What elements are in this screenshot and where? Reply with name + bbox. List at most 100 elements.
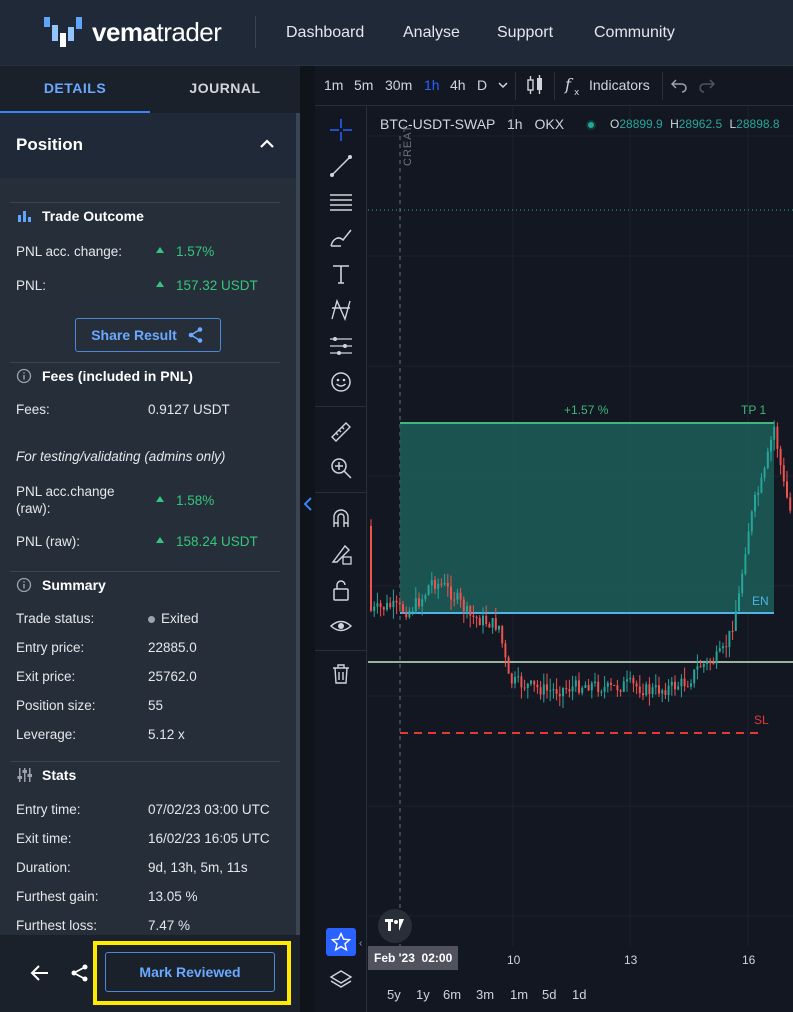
candle-body <box>475 616 478 619</box>
candle-body <box>686 686 689 688</box>
zoom-in-icon[interactable] <box>329 456 353 480</box>
candle-body <box>571 686 574 692</box>
candle-body <box>466 606 468 612</box>
profit-zone <box>400 423 774 613</box>
position-title: Position <box>16 135 84 154</box>
magnet-icon[interactable] <box>329 506 353 530</box>
lock-drawing-icon[interactable] <box>329 542 353 566</box>
layers-icon[interactable] <box>329 968 353 992</box>
function-icon[interactable]: fx <box>564 75 584 97</box>
share-icon[interactable] <box>70 963 90 983</box>
horizontal-lines-icon[interactable] <box>329 190 353 214</box>
chevron-left-icon[interactable] <box>303 496 313 512</box>
eye-icon[interactable] <box>329 614 353 638</box>
tab-details[interactable]: DETAILS <box>0 66 150 113</box>
top-navbar: vematrader Dashboard Analyse Support Com… <box>0 0 793 66</box>
timeframe-30m[interactable]: 30m <box>385 77 412 93</box>
candle-body <box>734 610 737 631</box>
range-5y[interactable]: 5y <box>387 987 401 1002</box>
share-result-button[interactable]: Share Result <box>75 318 221 352</box>
favorites-button[interactable] <box>326 928 356 956</box>
candle-body <box>642 693 644 696</box>
range-1d[interactable]: 1d <box>572 987 586 1002</box>
time-axis[interactable]: Feb '23 02:00 10 13 16 <box>368 946 793 972</box>
toolbar-separator <box>662 72 663 100</box>
crosshair-icon[interactable] <box>329 118 353 142</box>
candle-body <box>786 481 788 498</box>
chart-canvas[interactable] <box>368 106 793 946</box>
candle-body <box>472 615 475 617</box>
pattern-icon[interactable] <box>329 298 353 322</box>
nav-community[interactable]: Community <box>594 24 675 42</box>
nav-analyse[interactable]: Analyse <box>403 24 460 42</box>
unlock-icon[interactable] <box>329 578 353 602</box>
pnl-raw-label: PNL (raw): <box>16 534 81 549</box>
position-header[interactable]: Position <box>0 113 296 178</box>
range-6m[interactable]: 6m <box>443 987 461 1002</box>
nav-dashboard[interactable]: Dashboard <box>286 24 364 42</box>
entry-price-label: Entry price: <box>16 640 85 655</box>
candle-body <box>536 684 539 688</box>
logo-icon <box>44 17 82 47</box>
candle-body <box>603 686 606 692</box>
text-icon[interactable] <box>329 262 353 286</box>
emoji-icon[interactable] <box>329 370 353 394</box>
forecast-icon[interactable] <box>329 334 353 358</box>
furthest-gain-label: Furthest gain: <box>16 889 99 904</box>
highlight-box <box>93 941 291 1005</box>
range-5d[interactable]: 5d <box>542 987 556 1002</box>
timeframe-1m[interactable]: 1m <box>324 77 343 93</box>
back-arrow-icon[interactable] <box>30 964 50 982</box>
panel-collapse-handle[interactable] <box>300 66 315 1012</box>
ruler-icon[interactable] <box>329 420 353 444</box>
candle-body <box>702 663 705 668</box>
candle-body <box>709 660 712 664</box>
timeframe-1h[interactable]: 1h <box>424 77 440 93</box>
trend-line-icon[interactable] <box>329 154 353 178</box>
candle-body <box>619 690 622 692</box>
candle-body <box>389 602 392 608</box>
chevron-up-icon[interactable] <box>258 137 276 151</box>
indicators-button[interactable]: Indicators <box>589 77 650 93</box>
redo-icon[interactable] <box>699 77 715 93</box>
candle-body <box>610 682 612 686</box>
price-chart[interactable]: BTC-USDT-SWAP 1h OKX O28899.9 H28962.5 L… <box>368 106 793 946</box>
candle-body <box>606 682 609 687</box>
chevron-down-icon[interactable] <box>498 81 508 89</box>
svg-text:x: x <box>574 88 580 97</box>
candlestick-icon[interactable] <box>526 74 544 96</box>
tradingview-logo[interactable] <box>378 909 412 943</box>
pnl-acc-value: 1.57% <box>156 244 214 259</box>
candle-body <box>754 494 756 512</box>
candle-body <box>437 583 440 589</box>
brush-icon[interactable] <box>329 226 353 250</box>
trash-icon[interactable] <box>329 662 353 686</box>
candle-body <box>485 615 488 624</box>
candle-body <box>613 685 616 687</box>
brand-logo[interactable]: vematrader <box>44 14 222 50</box>
range-3m[interactable]: 3m <box>476 987 494 1002</box>
candle-body <box>421 599 424 607</box>
undo-icon[interactable] <box>671 77 687 93</box>
candle-body <box>523 687 526 689</box>
tab-journal[interactable]: JOURNAL <box>150 66 300 113</box>
candle-body <box>616 685 619 691</box>
range-1y[interactable]: 1y <box>416 987 430 1002</box>
toolbar-separator <box>315 492 367 493</box>
collapse-toolbar-icon[interactable]: ‹ <box>359 938 362 949</box>
candle-body <box>382 607 385 610</box>
range-1m[interactable]: 1m <box>510 987 528 1002</box>
entry-label: EN <box>752 594 769 608</box>
nav-support[interactable]: Support <box>497 24 553 42</box>
timeframe-5m[interactable]: 5m <box>354 77 373 93</box>
candle-body <box>552 689 555 691</box>
candle-body <box>648 684 651 695</box>
timeframe-d[interactable]: D <box>477 77 487 93</box>
entry-time-label: Entry time: <box>16 802 81 817</box>
position-size-value: 55 <box>148 698 164 713</box>
timeframe-4h[interactable]: 4h <box>450 77 466 93</box>
symbol-label[interactable]: BTC-USDT-SWAP <box>380 116 495 132</box>
candle-body <box>696 666 699 670</box>
candle-body <box>584 685 587 688</box>
candle-body <box>712 663 715 665</box>
